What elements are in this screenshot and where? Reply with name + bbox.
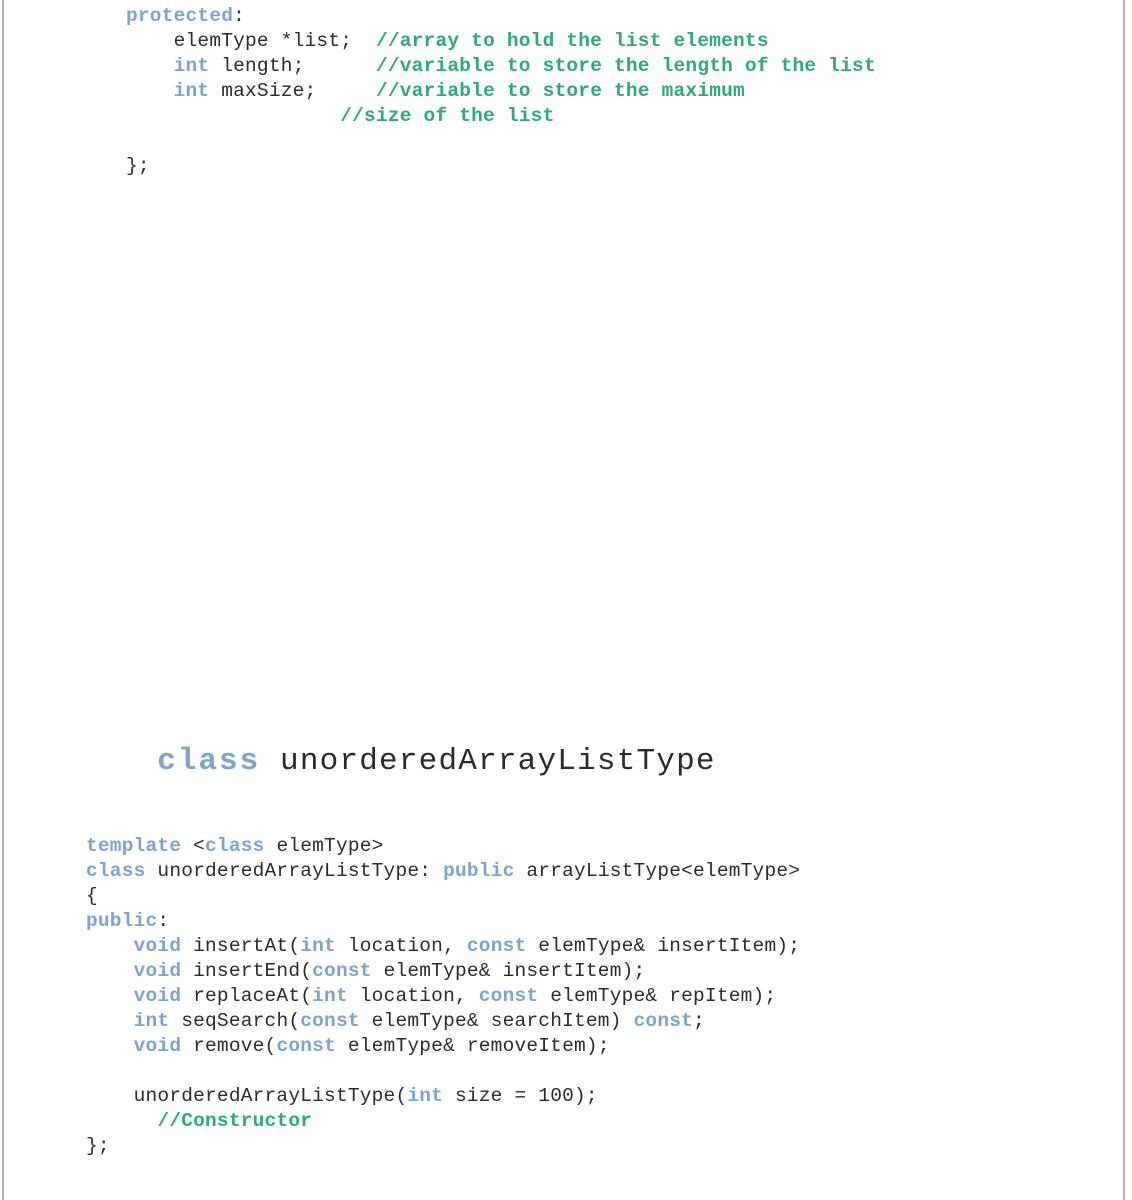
- code-comment: //array to hold the list elements: [375, 30, 769, 52]
- code-text: };: [86, 1135, 110, 1157]
- code-line: int maxSize; //variable to store the max…: [126, 79, 876, 104]
- code-comment: //Constructor: [157, 1110, 313, 1132]
- page-title: class unorderedArrayListType: [78, 702, 716, 822]
- code-keyword: template: [86, 835, 182, 857]
- code-keyword: int: [173, 55, 210, 77]
- code-text: <: [181, 835, 206, 857]
- code-keyword: class: [86, 860, 146, 882]
- code-comment: //size of the list: [340, 105, 555, 127]
- code-line: elemType *list; //array to hold the list…: [126, 29, 876, 54]
- code-keyword: void: [133, 1035, 182, 1057]
- code-text: remove(: [181, 1035, 277, 1057]
- code-keyword: int: [173, 80, 210, 102]
- code-keyword: const: [300, 1010, 360, 1032]
- code-text: size = 100);: [443, 1085, 598, 1107]
- code-line: protected:: [126, 4, 876, 29]
- code-comment: //variable to store the length of the li…: [375, 55, 876, 77]
- code-line: class unorderedArrayListType: public arr…: [86, 859, 800, 884]
- code-line: void insertEnd(const elemType& insertIte…: [86, 959, 800, 984]
- code-keyword: const: [478, 985, 539, 1007]
- code-text: elemType>: [264, 835, 384, 857]
- code-comment: //variable to store the maximum: [375, 80, 745, 102]
- code-text: elemType& repItem);: [538, 985, 777, 1007]
- code-line: //Constructor: [86, 1109, 800, 1134]
- code-line: void insertAt(int location, const elemTy…: [86, 934, 800, 959]
- code-text: elemType& insertItem);: [526, 935, 801, 957]
- page-right-rule: [1123, 0, 1125, 1200]
- code-keyword: public: [86, 910, 158, 932]
- code-line: public:: [86, 909, 800, 934]
- code-line: };: [86, 1134, 800, 1159]
- code-keyword: int: [312, 985, 348, 1007]
- code-text: unorderedArrayListType(: [86, 1085, 408, 1107]
- code-text: :: [157, 910, 170, 932]
- code-text: maxSize;: [209, 80, 376, 102]
- code-text: replaceAt(: [181, 985, 313, 1007]
- code-text: {: [86, 885, 98, 907]
- code-text: location,: [347, 985, 479, 1007]
- code-block-protected-members: protected: elemType *list; //array to ho…: [126, 4, 876, 179]
- code-text: arrayListType<elemType>: [514, 860, 801, 882]
- page-title-space: [260, 744, 280, 779]
- code-text: seqSearch(: [169, 1010, 301, 1032]
- code-keyword: void: [133, 935, 182, 957]
- code-keyword: int: [300, 935, 336, 957]
- code-line: int length; //variable to store the leng…: [126, 54, 876, 79]
- code-keyword: void: [133, 985, 182, 1007]
- code-text: elemType& insertItem);: [371, 960, 646, 982]
- code-keyword: int: [407, 1085, 444, 1107]
- code-line: void replaceAt(int location, const elemT…: [86, 984, 800, 1009]
- code-keyword: class: [205, 835, 265, 857]
- code-keyword: const: [276, 1035, 336, 1057]
- code-keyword: const: [633, 1010, 694, 1032]
- page-title-keyword: class: [157, 744, 261, 779]
- code-line: unorderedArrayListType(int size = 100);: [86, 1084, 800, 1109]
- code-line: template <class elemType>: [86, 834, 800, 859]
- code-text: };: [126, 155, 150, 177]
- code-text: elemType& searchItem): [359, 1010, 634, 1032]
- code-text: unorderedArrayListType:: [145, 860, 444, 882]
- code-text: length;: [209, 55, 376, 77]
- code-keyword: const: [312, 960, 372, 982]
- code-page: protected: elemType *list; //array to ho…: [0, 0, 1132, 1200]
- code-block-class-declaration: template <class elemType> class unordered…: [86, 834, 800, 1159]
- code-line: {: [86, 884, 800, 909]
- code-keyword: public: [443, 860, 515, 882]
- code-text: :: [233, 5, 246, 27]
- code-line: int seqSearch(const elemType& searchItem…: [86, 1009, 800, 1034]
- code-text: elemType& removeItem);: [335, 1035, 610, 1057]
- code-text: insertEnd(: [181, 960, 313, 982]
- code-keyword: const: [466, 935, 527, 957]
- code-line: };: [126, 154, 876, 179]
- code-keyword: int: [133, 1010, 170, 1032]
- code-line: void remove(const elemType& removeItem);: [86, 1034, 800, 1059]
- code-text: ;: [693, 1010, 705, 1032]
- code-text: location,: [335, 935, 467, 957]
- page-left-rule: [2, 0, 4, 1200]
- page-title-classname: unorderedArrayListType: [280, 744, 716, 779]
- code-text: elemType *list;: [126, 30, 376, 52]
- code-line: //size of the list: [126, 104, 876, 129]
- code-text: insertAt(: [181, 935, 301, 957]
- code-keyword: protected: [126, 5, 234, 27]
- code-keyword: void: [133, 960, 182, 982]
